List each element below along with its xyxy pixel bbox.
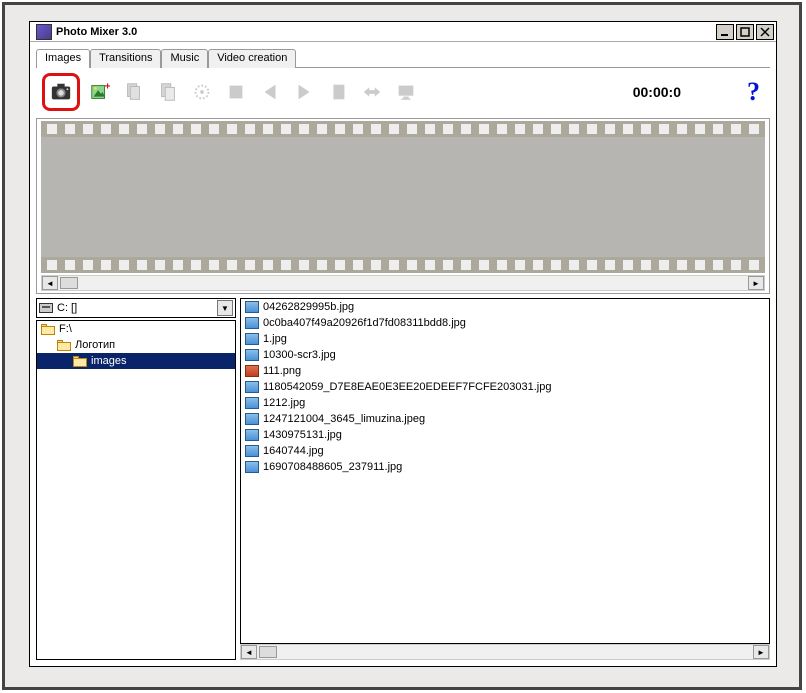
file-item[interactable]: 0c0ba407f49a20926f1d7fd08311bdd8.jpg (241, 315, 769, 331)
titlebar: Photo Mixer 3.0 (30, 22, 776, 42)
image-file-icon (245, 301, 259, 313)
tree-item-label: F:\ (59, 323, 72, 335)
copy-button[interactable] (120, 78, 148, 106)
file-name: 0c0ba407f49a20926f1d7fd08311bdd8.jpg (263, 317, 466, 329)
scrollbar-thumb[interactable] (60, 277, 78, 289)
file-item[interactable]: 1212.jpg (241, 395, 769, 411)
file-item[interactable]: 1640744.jpg (241, 443, 769, 459)
highlight-annotation (42, 73, 80, 111)
file-name: 1640744.jpg (263, 445, 324, 457)
image-file-icon (245, 349, 259, 361)
page-button[interactable] (324, 78, 352, 106)
tree-item[interactable]: Логотип (37, 337, 235, 353)
timeline-clock: 00:00:0 (633, 84, 681, 100)
image-file-icon (245, 413, 259, 425)
scroll-left-icon[interactable]: ◄ (42, 276, 58, 290)
window-title: Photo Mixer 3.0 (56, 26, 716, 38)
filmstrip: ◄ ► (36, 118, 770, 294)
scroll-right-icon[interactable]: ► (753, 645, 769, 659)
maximize-button[interactable] (736, 24, 754, 40)
file-item[interactable]: 1690708488605_237911.jpg (241, 459, 769, 475)
folder-icon (73, 356, 87, 367)
tab-music[interactable]: Music (161, 49, 208, 68)
add-image-button[interactable]: + (86, 78, 114, 106)
tab-images[interactable]: Images (36, 49, 90, 68)
filmstrip-body[interactable] (41, 137, 765, 257)
image-file-icon (245, 381, 259, 393)
image-file-icon (245, 317, 259, 329)
file-name: 1430975131.jpg (263, 429, 342, 441)
paste-button[interactable] (154, 78, 182, 106)
file-name: 1.jpg (263, 333, 287, 345)
tree-item-label: Логотип (75, 339, 115, 351)
file-name: 1247121004_3645_limuzina.jpeg (263, 413, 425, 425)
minimize-button[interactable] (716, 24, 734, 40)
tree-item-label: images (91, 355, 126, 367)
tab-transitions[interactable]: Transitions (90, 49, 161, 68)
tree-item[interactable]: images (37, 353, 235, 369)
settings-button[interactable] (188, 78, 216, 106)
scroll-left-icon[interactable]: ◄ (241, 645, 257, 659)
file-name: 04262829995b.jpg (263, 301, 354, 313)
image-file-icon (245, 333, 259, 345)
file-item[interactable]: 1.jpg (241, 331, 769, 347)
file-name: 10300-scr3.jpg (263, 349, 336, 361)
toolbar: + (36, 70, 770, 114)
file-item[interactable]: 111.png (241, 363, 769, 379)
add-photo-button[interactable] (47, 78, 75, 106)
next-button[interactable] (290, 78, 318, 106)
file-item[interactable]: 1247121004_3645_limuzina.jpeg (241, 411, 769, 427)
file-name: 111.png (263, 365, 301, 377)
file-name: 1212.jpg (263, 397, 305, 409)
app-window: Photo Mixer 3.0 Images Transitions Music… (29, 21, 777, 667)
image-file-icon (245, 445, 259, 457)
annotation-frame: Photo Mixer 3.0 Images Transitions Music… (2, 2, 802, 690)
sprocket-bottom (41, 257, 765, 273)
file-list-scrollbar[interactable]: ◄ ► (240, 644, 770, 660)
close-button[interactable] (756, 24, 774, 40)
filmstrip-scrollbar[interactable]: ◄ ► (41, 275, 765, 291)
folder-tree[interactable]: F:\Логотип images (36, 320, 236, 660)
scroll-right-icon[interactable]: ► (748, 276, 764, 290)
sprocket-top (41, 121, 765, 137)
disk-icon (39, 303, 53, 313)
prev-button[interactable] (256, 78, 284, 106)
drive-selector[interactable]: C: [] ▼ (36, 298, 236, 318)
scrollbar-thumb[interactable] (259, 646, 277, 658)
image-file-icon (245, 397, 259, 409)
tab-video-creation[interactable]: Video creation (208, 49, 296, 68)
stop-button[interactable] (222, 78, 250, 106)
file-item[interactable]: 10300-scr3.jpg (241, 347, 769, 363)
preview-button[interactable] (392, 78, 420, 106)
file-name: 1690708488605_237911.jpg (263, 461, 402, 473)
drive-label: C: [] (57, 302, 77, 314)
file-name: 1180542059_D7E8EAE0E3EE20EDEEF7FCFE20303… (263, 381, 551, 393)
tab-row: Images Transitions Music Video creation (36, 48, 770, 68)
chevron-down-icon[interactable]: ▼ (217, 300, 233, 316)
file-item[interactable]: 04262829995b.jpg (241, 299, 769, 315)
image-file-icon (245, 461, 259, 473)
folder-icon (41, 324, 55, 335)
file-item[interactable]: 1180542059_D7E8EAE0E3EE20EDEEF7FCFE20303… (241, 379, 769, 395)
svg-text:+: + (105, 81, 111, 92)
image-file-icon (245, 429, 259, 441)
file-item[interactable]: 1430975131.jpg (241, 427, 769, 443)
image-file-icon (245, 365, 259, 377)
help-icon[interactable]: ? (747, 77, 760, 107)
file-list[interactable]: 04262829995b.jpg 0c0ba407f49a20926f1d7fd0… (240, 298, 770, 644)
swap-button[interactable] (358, 78, 386, 106)
folder-icon (57, 340, 71, 351)
tree-item[interactable]: F:\ (37, 321, 235, 337)
app-icon (36, 24, 52, 40)
